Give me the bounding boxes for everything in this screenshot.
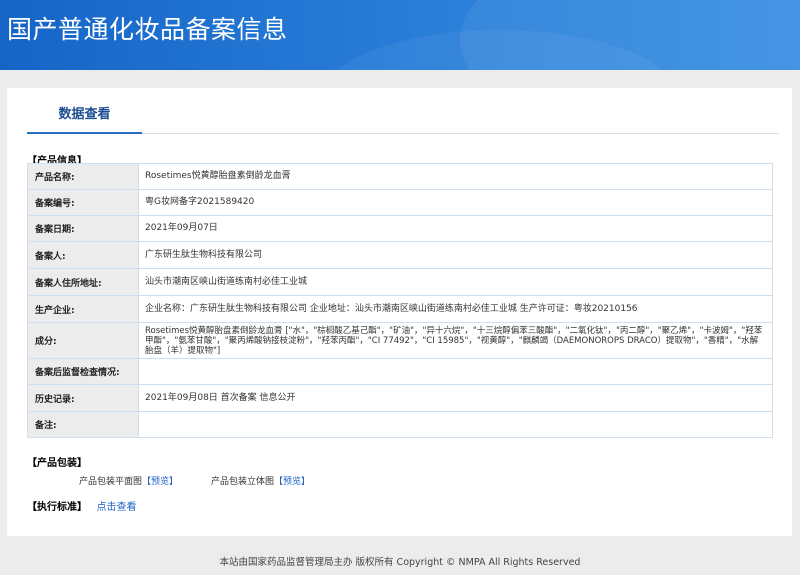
packaging-solid: 产品包装立体图【预览】 (211, 474, 310, 487)
manufacturer-value: 企业名称：广东研生肽生物科技有限公司 企业地址：汕头市潮南区峡山街道练南村必佳工… (138, 295, 773, 323)
table-row: 备注: (27, 411, 773, 438)
tab-bar: 数据查看 (27, 102, 779, 134)
row-label: 成分: (27, 322, 139, 359)
row-label: 备案日期: (27, 215, 139, 242)
row-label: 备注: (27, 411, 139, 438)
table-row: 备案后监督检查情况: (27, 358, 773, 385)
table-row: 备案日期: 2021年09月07日 (27, 215, 773, 242)
row-label: 产品名称: (27, 163, 139, 190)
row-label: 备案编号: (27, 189, 139, 216)
filing-number-value: 粤G妆网备字2021589420 (138, 189, 773, 216)
table-row: 生产企业: 企业名称：广东研生肽生物科技有限公司 企业地址：汕头市潮南区峡山街道… (27, 295, 773, 323)
site-header: 国产普通化妆品备案信息 (0, 0, 800, 70)
packaging-solid-preview-link[interactable]: 【预览】 (274, 477, 310, 487)
standard-view-link[interactable]: 点击查看 (96, 502, 136, 513)
packaging-flat-preview-link[interactable]: 【预览】 (142, 477, 178, 487)
row-label: 历史记录: (27, 384, 139, 412)
table-row: 备案人住所地址: 汕头市潮南区峡山街道练南村必佳工业城 (27, 268, 773, 296)
inspection-value (138, 358, 773, 385)
filing-date-value: 2021年09月07日 (138, 215, 773, 242)
product-name-value: Rosetimes悦黄醇胎盘素倒龄龙血膏 (138, 163, 773, 190)
remarks-value (138, 411, 773, 438)
table-row: 备案编号: 粤G妆网备字2021589420 (27, 189, 773, 216)
packaging-flat: 产品包装平面图【预览】 (79, 474, 178, 487)
product-info-table: 产品名称: Rosetimes悦黄醇胎盘素倒龄龙血膏 备案编号: 粤G妆网备字2… (27, 163, 773, 438)
packaging-title: 【产品包装】 (27, 458, 87, 469)
history-value: 2021年09月08日 首次备案 信息公开 (138, 384, 773, 412)
table-row: 产品名称: Rosetimes悦黄醇胎盘素倒龄龙血膏 (27, 163, 773, 190)
packaging-solid-label: 产品包装立体图 (211, 477, 275, 487)
packaging-flat-label: 产品包装平面图 (79, 477, 143, 487)
standard-title-text: 【执行标准】 (27, 502, 87, 513)
row-label: 备案人住所地址: (27, 268, 139, 296)
footer: 本站由国家药品监督管理局主办 版权所有 Copyright © NMPA All… (219, 557, 581, 568)
table-row: 备案人: 广东研生肽生物科技有限公司 (27, 241, 773, 269)
content-panel: 数据查看 【产品信息】 产品名称: Rosetimes悦黄醇胎盘素倒龄龙血膏 备… (7, 88, 792, 536)
row-label: 生产企业: (27, 295, 139, 323)
filer-address-value: 汕头市潮南区峡山街道练南村必佳工业城 (138, 268, 773, 296)
table-row: 成分: Rosetimes悦黄醇胎盘素倒龄龙血膏 ["水"，"棕榈酸乙基己酯"，… (27, 322, 773, 359)
tab-data-view[interactable]: 数据查看 (27, 102, 142, 134)
standard-title: 【执行标准】 点击查看 (27, 498, 136, 513)
site-title: 国产普通化妆品备案信息 (7, 15, 288, 44)
row-label: 备案人: (27, 241, 139, 269)
ingredients-value: Rosetimes悦黄醇胎盘素倒龄龙血膏 ["水"，"棕榈酸乙基己酯"，"矿油"… (138, 322, 773, 359)
filer-value: 广东研生肽生物科技有限公司 (138, 241, 773, 269)
row-label: 备案后监督检查情况: (27, 358, 139, 385)
table-row: 历史记录: 2021年09月08日 首次备案 信息公开 (27, 384, 773, 412)
